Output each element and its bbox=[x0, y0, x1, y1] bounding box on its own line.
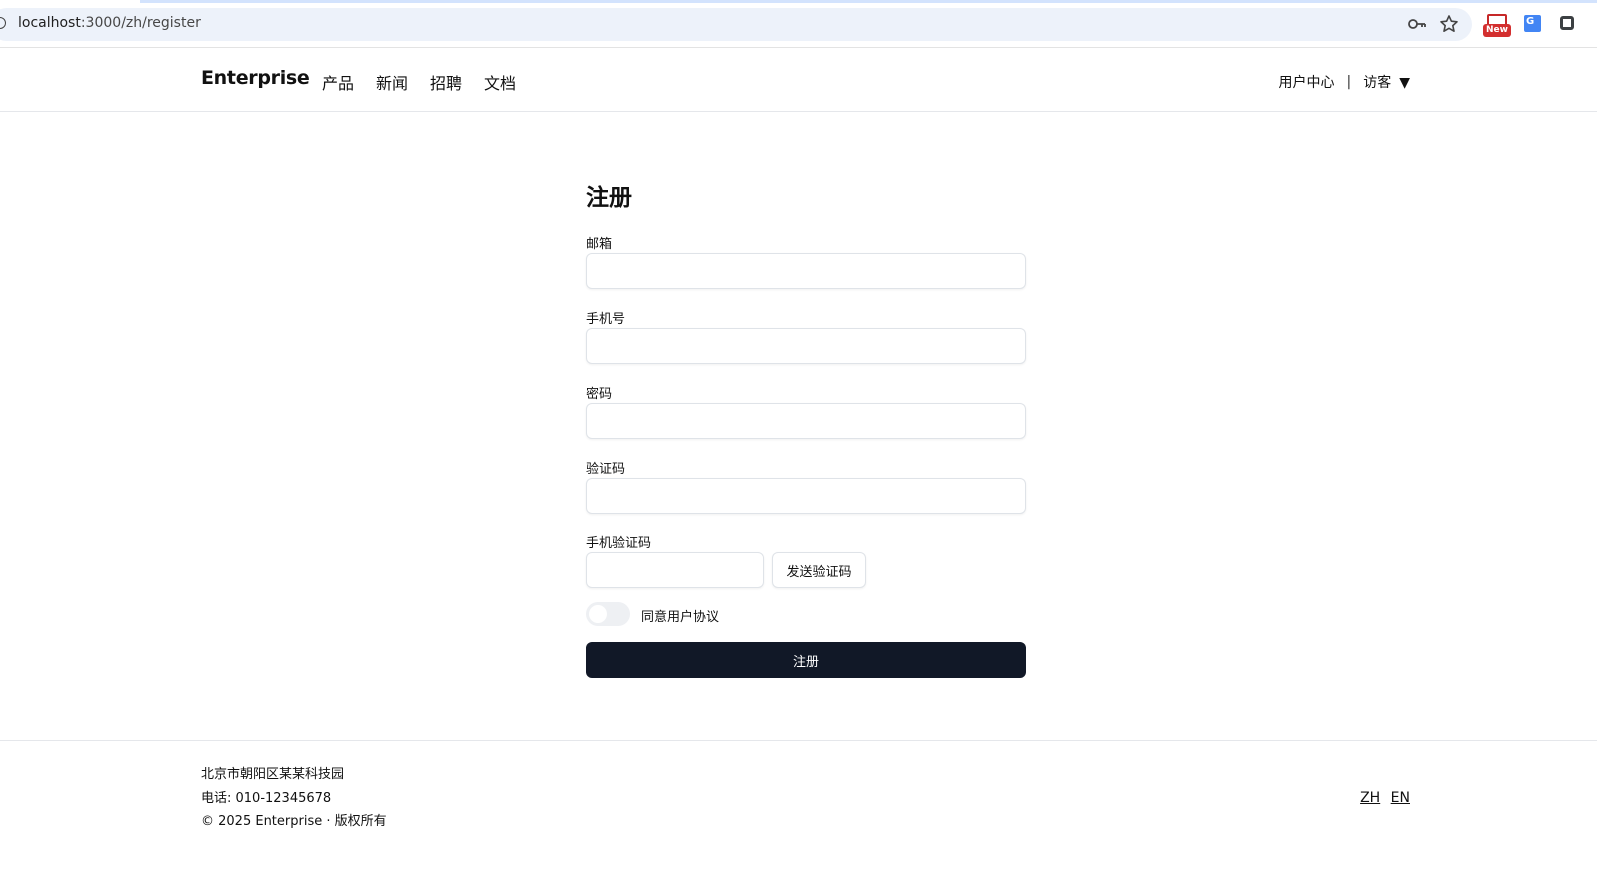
bookmark-star-icon[interactable] bbox=[1439, 14, 1459, 34]
lang-en-link[interactable]: EN bbox=[1391, 790, 1410, 806]
footer-copyright: © 2025 Enterprise · 版权所有 bbox=[201, 814, 387, 829]
lang-zh-link[interactable]: ZH bbox=[1360, 790, 1380, 806]
browser-toolbar: localhost:3000/zh/register New G bbox=[0, 0, 1597, 48]
main-nav: 产品 新闻 招聘 文档 bbox=[322, 70, 538, 94]
url-text[interactable]: localhost:3000/zh/register bbox=[18, 15, 201, 31]
register-form: 注册 邮箱 手机号 密码 验证码 手机验证码 发送验证码 同意用户协议 注册 bbox=[586, 178, 1026, 678]
nav-news[interactable]: 新闻 bbox=[376, 70, 408, 94]
extension-badge-text: New bbox=[1483, 24, 1511, 37]
email-field[interactable] bbox=[586, 253, 1026, 289]
footer-phone: 电话: 010-12345678 bbox=[201, 790, 332, 806]
captcha-field[interactable] bbox=[586, 478, 1026, 514]
footer-info: 北京市朝阳区某某科技园 电话: 010-12345678 © 2025 Ente… bbox=[201, 766, 387, 837]
address-bar[interactable] bbox=[0, 8, 1472, 41]
captcha-label: 验证码 bbox=[586, 462, 626, 477]
nav-careers[interactable]: 招聘 bbox=[430, 70, 462, 94]
sms-code-label: 手机验证码 bbox=[586, 536, 652, 551]
url-path: :3000/zh/register bbox=[80, 15, 201, 31]
tab-strip-edge bbox=[140, 0, 1597, 3]
language-switcher: ZH EN bbox=[1354, 790, 1410, 806]
extension-icon[interactable] bbox=[1560, 16, 1574, 30]
url-host: localhost bbox=[18, 15, 81, 31]
toggle-knob bbox=[589, 605, 607, 623]
header-user-area: 用户中心 | 访客 ▼ bbox=[1279, 72, 1411, 92]
page-title: 注册 bbox=[586, 185, 632, 211]
password-field[interactable] bbox=[586, 403, 1026, 439]
nav-docs[interactable]: 文档 bbox=[484, 70, 516, 94]
extension-new-icon[interactable]: New bbox=[1483, 14, 1511, 38]
phone-label: 手机号 bbox=[586, 312, 626, 327]
translate-extension-icon[interactable]: G bbox=[1524, 15, 1541, 32]
nav-products[interactable]: 产品 bbox=[322, 70, 354, 94]
footer-address: 北京市朝阳区某某科技园 bbox=[201, 767, 345, 782]
sms-code-field[interactable] bbox=[586, 552, 764, 588]
site-header: Enterprise 产品 新闻 招聘 文档 用户中心 | 访客 ▼ bbox=[0, 48, 1597, 112]
agree-toggle[interactable] bbox=[586, 602, 630, 626]
guest-menu[interactable]: 访客 ▼ bbox=[1363, 72, 1410, 92]
user-center-link[interactable]: 用户中心 bbox=[1279, 72, 1335, 92]
header-separator: | bbox=[1346, 74, 1352, 90]
email-label: 邮箱 bbox=[586, 237, 613, 252]
send-code-button[interactable]: 发送验证码 bbox=[772, 552, 866, 588]
agree-label[interactable]: 同意用户协议 bbox=[641, 606, 719, 625]
guest-label: 访客 bbox=[1363, 75, 1392, 91]
password-label: 密码 bbox=[586, 387, 613, 402]
brand-logo[interactable]: Enterprise bbox=[201, 67, 310, 89]
caret-down-icon: ▼ bbox=[1399, 75, 1410, 91]
phone-field[interactable] bbox=[586, 328, 1026, 364]
password-key-icon[interactable] bbox=[1407, 14, 1427, 34]
site-footer: 北京市朝阳区某某科技园 电话: 010-12345678 © 2025 Ente… bbox=[0, 740, 1597, 879]
register-button[interactable]: 注册 bbox=[586, 642, 1026, 678]
